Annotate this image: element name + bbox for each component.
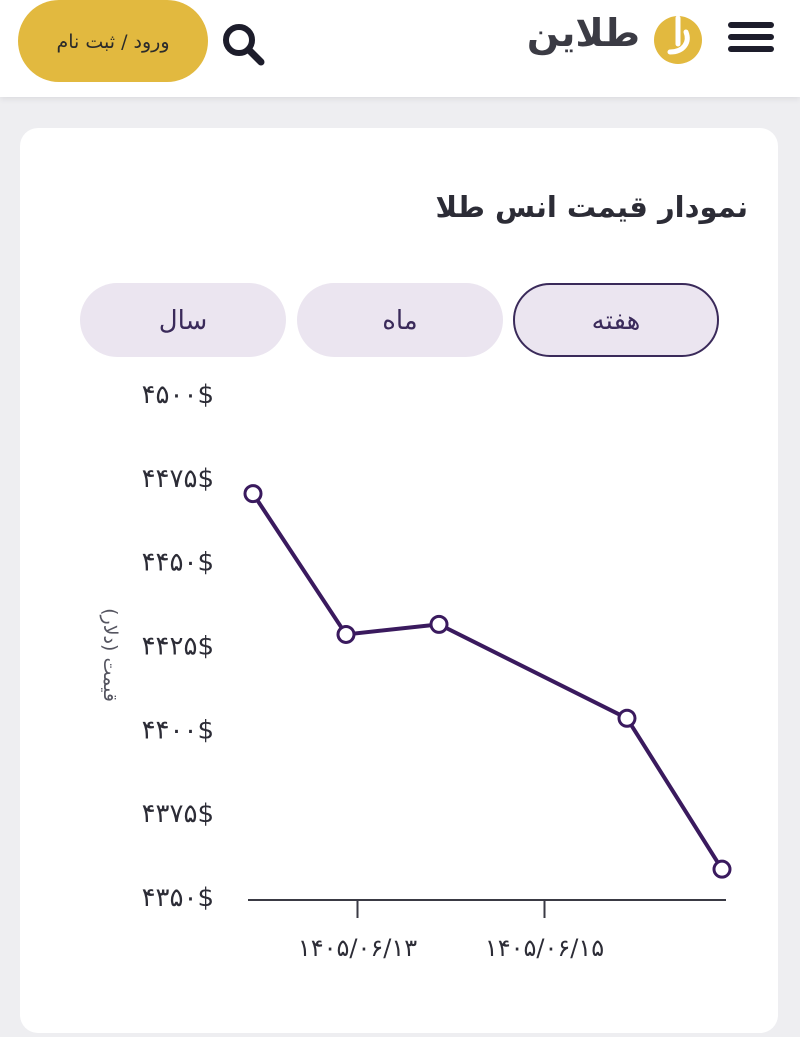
price-data-point <box>336 624 356 644</box>
x-tick-label: ۱۴۰۵/۰۶/۱۵ <box>485 934 604 962</box>
y-tick-label: ۴۳۵۰$ <box>142 883 214 913</box>
price-series-line <box>251 492 724 871</box>
price-data-point <box>243 484 263 504</box>
y-tick-label: ۴۵۰۰$ <box>142 380 214 410</box>
price-data-point <box>712 859 732 879</box>
gold-ounce-price-chart: ۴۵۰۰$ ۴۴۷۵$ ۴۴۵۰$ ۴۴۲۵$ ۴۴۰۰$ ۴۳۷۵$ ۴۳۵۰$ قیمت … <box>99 380 732 962</box>
y-tick-label: ۴۴۰۰$ <box>142 715 214 745</box>
x-tick-label: ۱۴۰۵/۰۶/۱۳ <box>298 934 417 962</box>
y-tick-label: ۴۴۵۰$ <box>142 548 214 578</box>
y-tick-label: ۴۴۲۵$ <box>142 632 214 662</box>
price-data-point <box>617 708 637 728</box>
y-tick-label: ۴۳۷۵$ <box>142 799 214 829</box>
y-tick-label: ۴۴۷۵$ <box>142 464 214 494</box>
y-axis-label: قیمت (دلار) <box>99 608 121 702</box>
price-data-point <box>429 614 449 634</box>
